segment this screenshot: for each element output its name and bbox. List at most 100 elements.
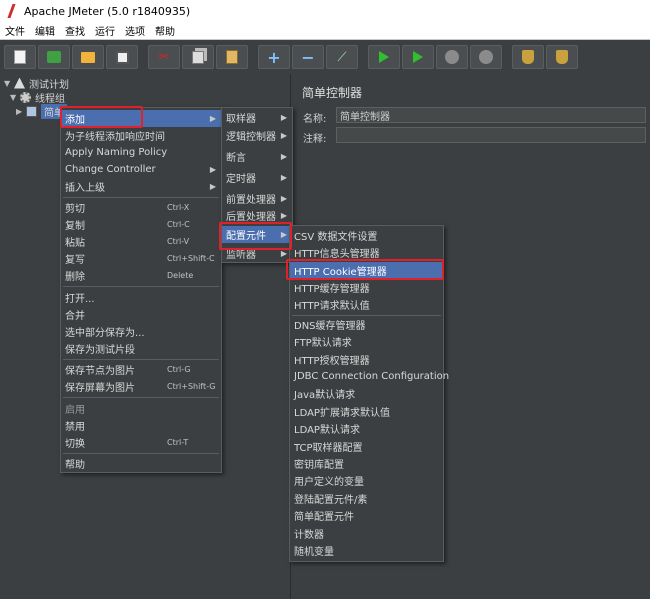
menu-item-label: 删除 (65, 272, 85, 283)
menu-item-logic-controller[interactable]: 逻辑控制器 ▶ (222, 127, 292, 144)
submenu-arrow-icon: ▶ (280, 113, 287, 122)
copy-button[interactable] (182, 45, 214, 69)
window-title: Apache JMeter (5.0 r1840935) (24, 4, 191, 18)
menu-item-open[interactable]: 打开... (61, 289, 221, 306)
menu-item-paste[interactable]: 粘贴 Ctrl-V (61, 233, 221, 250)
menu-item-add-think-time[interactable]: 为子线程添加响应时间 (61, 127, 221, 144)
menu-item-assertion[interactable]: 断言 ▶ (222, 148, 292, 165)
menu-item-label: 粘贴 (65, 238, 85, 249)
submenu-arrow-icon: ▶ (209, 165, 216, 174)
menu-item-counter[interactable]: 计数器 (290, 525, 443, 542)
menu-item-tcp-sampler-config[interactable]: TCP取样器配置 (290, 438, 443, 455)
start-no-pause-button[interactable] (402, 45, 434, 69)
menu-item-java-request-defaults[interactable]: Java默认请求 (290, 385, 443, 402)
menu-item-label: HTTP授权管理器 (294, 356, 370, 367)
templates-icon (47, 51, 61, 63)
menu-item-save-node-image[interactable]: 保存节点为图片 Ctrl-G (61, 361, 221, 378)
menu-item-sampler[interactable]: 取样器 ▶ (222, 109, 292, 126)
menu-item-save-fragment[interactable]: 保存为测试片段 (61, 340, 221, 357)
menu-item-label: 插入上级 (65, 183, 105, 194)
menu-item-label: Java默认请求 (294, 390, 356, 401)
tree-node-thread-group[interactable]: ▼ 线程组 (10, 90, 65, 105)
collapse-button[interactable]: − (292, 45, 324, 69)
menu-item-label: 复制 (65, 221, 85, 232)
menu-item-ldap-defaults[interactable]: LDAP默认请求 (290, 420, 443, 437)
shutdown-button[interactable] (470, 45, 502, 69)
new-file-icon (14, 50, 26, 64)
stop-button[interactable] (436, 45, 468, 69)
save-button[interactable] (106, 45, 138, 69)
menu-item-merge[interactable]: 合并 (61, 306, 221, 323)
expanded-arrow-icon: ▼ (4, 78, 11, 88)
menu-item-insert-parent[interactable]: 插入上级 ▶ (61, 178, 221, 195)
name-input[interactable] (336, 107, 646, 123)
test-plan-icon (14, 77, 25, 89)
menu-item-simple-config[interactable]: 简单配置元件 (290, 507, 443, 524)
menu-item-label: 启用 (65, 405, 85, 416)
menu-item-jdbc-connection[interactable]: JDBC Connection Configuration (290, 368, 449, 385)
menu-item-http-request-defaults[interactable]: HTTP请求默认值 (290, 296, 443, 313)
new-button[interactable] (4, 45, 36, 69)
menu-search[interactable]: 查找 (60, 23, 90, 38)
menu-item-pre-processor[interactable]: 前置处理器 ▶ (222, 190, 292, 207)
broom-all-icon (556, 50, 568, 64)
menu-options[interactable]: 选项 (120, 23, 150, 38)
menu-run[interactable]: 运行 (90, 23, 120, 38)
menu-item-csv-data-set[interactable]: CSV 数据文件设置 (290, 227, 443, 244)
clear-all-button[interactable] (546, 45, 578, 69)
menu-item-random-variable[interactable]: 随机变量 (290, 542, 443, 559)
open-button[interactable] (72, 45, 104, 69)
menu-item-http-auth-manager[interactable]: HTTP授权管理器 (290, 351, 443, 368)
minus-icon: − (301, 47, 315, 67)
menu-item-label: 计数器 (294, 530, 324, 541)
toolbar: ✂ + − ⟋ (0, 40, 650, 74)
menu-item-keystore-config[interactable]: 密钥库配置 (290, 455, 443, 472)
menu-item-user-defined-vars[interactable]: 用户定义的变量 (290, 472, 443, 489)
menu-item-duplicate[interactable]: 复写 Ctrl+Shift-C (61, 250, 221, 267)
menu-item-cut[interactable]: 剪切 Ctrl-X (61, 199, 221, 216)
menu-item-label: 简单配置元件 (294, 512, 354, 523)
menu-item-ldap-ext-defaults[interactable]: LDAP扩展请求默认值 (290, 403, 443, 420)
menu-item-copy[interactable]: 复制 Ctrl-C (61, 216, 221, 233)
toggle-button[interactable]: ⟋ (326, 45, 358, 69)
menu-item-help[interactable]: 帮助 (61, 455, 221, 472)
menu-item-change-controller[interactable]: Change Controller ▶ (61, 161, 221, 178)
menu-help[interactable]: 帮助 (150, 23, 180, 38)
menu-item-ftp-request-defaults[interactable]: FTP默认请求 (290, 333, 443, 350)
menu-separator (63, 453, 219, 454)
menu-item-toggle[interactable]: 切换 Ctrl-T (61, 434, 221, 451)
menu-edit[interactable]: 编辑 (30, 23, 60, 38)
paste-button[interactable] (216, 45, 248, 69)
title-bar: Apache JMeter (5.0 r1840935) (0, 0, 650, 22)
menu-item-label: Change Controller (65, 164, 156, 175)
menu-item-disable[interactable]: 禁用 (61, 417, 221, 434)
comment-label: 注释: (303, 134, 327, 145)
menu-item-apply-naming[interactable]: Apply Naming Policy (61, 144, 221, 161)
menu-item-label: 保存为测试片段 (65, 345, 135, 356)
menu-item-label: 后置处理器 (226, 212, 276, 223)
cut-button[interactable]: ✂ (148, 45, 180, 69)
page-title: 简单控制器 (302, 86, 363, 100)
menu-file[interactable]: 文件 (0, 23, 30, 38)
menu-item-remove[interactable]: 删除 Delete (61, 267, 221, 284)
menu-item-enable[interactable]: 启用 (61, 400, 221, 417)
tree-node-test-plan[interactable]: ▼ 测试计划 (4, 76, 69, 91)
clear-button[interactable] (512, 45, 544, 69)
submenu-arrow-icon: ▶ (280, 173, 287, 182)
templates-button[interactable] (38, 45, 70, 69)
menu-item-dns-cache-manager[interactable]: DNS缓存管理器 (290, 316, 443, 333)
menu-item-login-config[interactable]: 登陆配置元件/素 (290, 490, 443, 507)
menu-item-save-screen-image[interactable]: 保存屏幕为图片 Ctrl+Shift-G (61, 378, 221, 395)
expand-button[interactable]: + (258, 45, 290, 69)
submenu-arrow-icon: ▶ (209, 182, 216, 191)
collapsed-arrow-icon: ▶ (16, 106, 23, 116)
menu-separator (63, 359, 219, 360)
copy-icon (192, 50, 204, 64)
menu-item-http-cache-manager[interactable]: HTTP缓存管理器 (290, 279, 443, 296)
start-button[interactable] (368, 45, 400, 69)
menu-item-timer[interactable]: 定时器 ▶ (222, 169, 292, 186)
menu-item-label: HTTP信息头管理器 (294, 249, 380, 260)
menu-item-save-selection[interactable]: 选中部分保存为... (61, 323, 221, 340)
toggle-icon: ⟋ (337, 49, 347, 65)
comment-input[interactable] (336, 127, 646, 143)
